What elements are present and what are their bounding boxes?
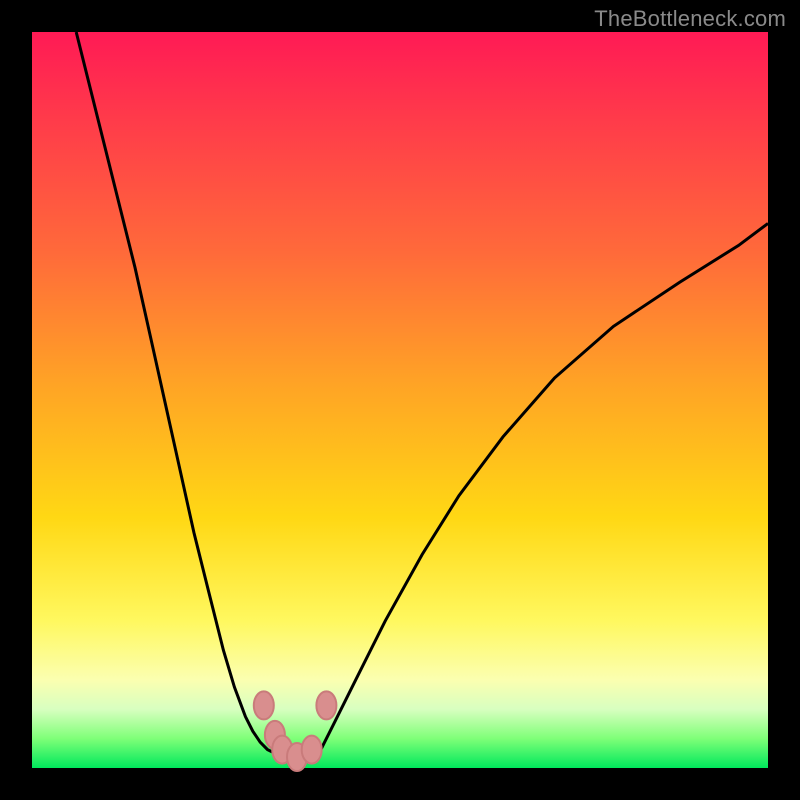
chart-frame: TheBottleneck.com (0, 0, 800, 800)
plot-area (32, 32, 768, 768)
valley-marker (302, 736, 322, 764)
valley-markers (254, 691, 337, 771)
valley-marker (316, 691, 336, 719)
valley-marker (254, 691, 274, 719)
curve-path (76, 32, 768, 764)
bottleneck-curve (32, 32, 768, 768)
watermark-text: TheBottleneck.com (594, 6, 786, 32)
